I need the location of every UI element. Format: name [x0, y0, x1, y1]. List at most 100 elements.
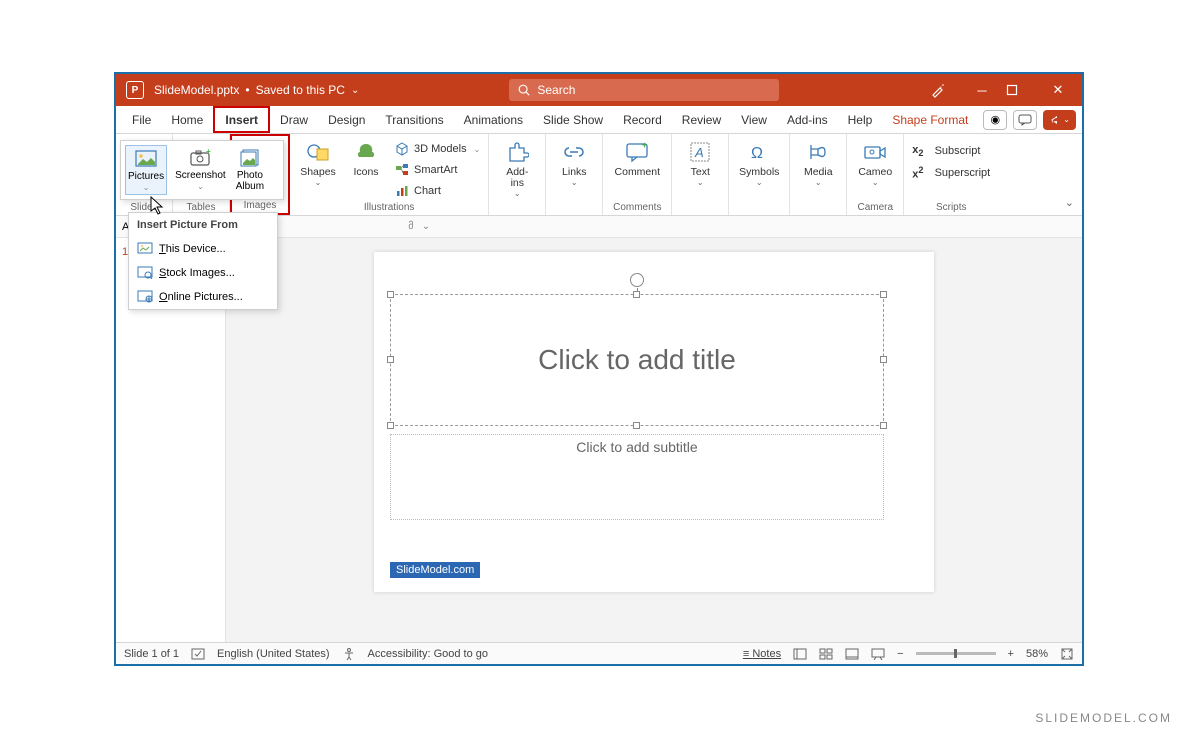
powerpoint-icon: P — [126, 81, 144, 99]
pictures-icon — [134, 148, 158, 170]
photo-album-button[interactable]: Photo Album — [234, 145, 266, 195]
document-title[interactable]: SlideModel.pptx • Saved to this PC ⌄ — [154, 83, 359, 97]
comment-button[interactable]: + Comment — [609, 137, 665, 178]
collapse-ribbon-button[interactable]: ⌄ — [1065, 196, 1074, 209]
group-comments: + Comment Comments — [603, 134, 672, 215]
normal-view-button[interactable] — [793, 647, 807, 661]
fit-window-button[interactable] — [1060, 647, 1074, 661]
tab-help[interactable]: Help — [838, 106, 883, 133]
menu-header: Insert Picture From — [129, 213, 277, 237]
watermark: SLIDEMODEL.COM — [1035, 711, 1172, 725]
tab-insert[interactable]: Insert — [213, 106, 270, 133]
insert-picture-from-menu: Insert Picture From This Device... Stock… — [128, 212, 278, 310]
chart-button[interactable]: Chart — [392, 181, 482, 201]
resize-handle[interactable] — [880, 291, 887, 298]
tab-addins[interactable]: Add-ins — [777, 106, 838, 133]
rotate-handle[interactable] — [630, 273, 644, 287]
resize-handle[interactable] — [387, 291, 394, 298]
resize-handle[interactable] — [387, 422, 394, 429]
symbols-button[interactable]: Ω Symbols ⌄ — [735, 137, 783, 186]
group-text: A Text ⌄ — [672, 134, 729, 215]
text-button[interactable]: A Text ⌄ — [678, 137, 722, 186]
tab-transitions[interactable]: Transitions — [375, 106, 453, 133]
notes-button[interactable]: ≡ Notes — [743, 648, 781, 660]
tab-shape-format[interactable]: Shape Format — [882, 106, 978, 133]
zoom-slider[interactable] — [916, 652, 996, 655]
title-bar: P SlideModel.pptx • Saved to this PC ⌄ S… — [116, 74, 1082, 106]
tab-file[interactable]: File — [122, 106, 161, 133]
shapes-button[interactable]: Shapes ⌄ — [296, 137, 340, 186]
designer-icon[interactable] — [930, 82, 958, 98]
chevron-down-icon: ⌄ — [697, 180, 704, 186]
cursor-icon — [150, 196, 166, 216]
zoom-out-button[interactable]: − — [897, 648, 903, 660]
comments-pane-button[interactable] — [1013, 110, 1037, 130]
screenshot-icon: + — [188, 147, 212, 169]
title-placeholder[interactable]: Click to add title — [390, 294, 884, 426]
svg-text:A: A — [694, 145, 704, 160]
group-illustrations: Shapes ⌄ Icons 3D Models⌄ SmartArt Chart… — [290, 134, 489, 215]
resize-handle[interactable] — [387, 356, 394, 363]
tab-draw[interactable]: Draw — [270, 106, 318, 133]
pictures-button[interactable]: Pictures ⌄ — [125, 145, 167, 195]
text-icon: A — [686, 139, 714, 165]
svg-text:Ω: Ω — [751, 145, 763, 162]
accessibility-icon[interactable] — [342, 647, 356, 661]
zoom-in-button[interactable]: + — [1008, 648, 1014, 660]
reading-view-button[interactable] — [845, 647, 859, 661]
tab-design[interactable]: Design — [318, 106, 375, 133]
online-pictures-item[interactable]: Online Pictures... — [129, 285, 277, 309]
cameo-button[interactable]: Cameo ⌄ — [853, 137, 897, 186]
record-mode-button[interactable]: ◉ — [983, 110, 1007, 130]
stock-images-item[interactable]: Stock Images... — [129, 261, 277, 285]
minimize-button[interactable]: ─ — [968, 83, 996, 98]
tab-review[interactable]: Review — [672, 106, 731, 133]
search-box[interactable]: Search — [509, 79, 779, 101]
language-status[interactable]: English (United States) — [217, 648, 330, 660]
superscript-button[interactable]: x2 Superscript — [910, 163, 992, 183]
tab-animations[interactable]: Animations — [454, 106, 533, 133]
chevron-down-icon[interactable]: ⌄ — [351, 85, 359, 96]
icons-button[interactable]: Icons — [348, 137, 384, 178]
screenshot-button[interactable]: + Screenshot ⌄ — [173, 145, 228, 195]
accessibility-status[interactable]: Accessibility: Good to go — [368, 648, 488, 660]
resize-handle[interactable] — [880, 422, 887, 429]
tab-view[interactable]: View — [731, 106, 777, 133]
tab-home[interactable]: Home — [161, 106, 213, 133]
subtitle-placeholder[interactable]: Click to add subtitle — [390, 434, 884, 520]
share-button[interactable]: ⌄ — [1043, 110, 1076, 130]
resize-handle[interactable] — [633, 422, 640, 429]
media-button[interactable]: Media ⌄ — [796, 137, 840, 186]
links-button[interactable]: Links ⌄ — [552, 137, 596, 186]
sorter-view-button[interactable] — [819, 647, 833, 661]
chevron-down-icon: ⌄ — [815, 180, 822, 186]
3d-models-icon — [394, 141, 410, 157]
maximize-button[interactable] — [1006, 84, 1034, 96]
chevron-down-icon: ⌄ — [571, 180, 578, 186]
addins-button[interactable]: Add- ins ⌄ — [495, 137, 539, 197]
this-device-item[interactable]: This Device... — [129, 237, 277, 261]
smartart-button[interactable]: SmartArt — [392, 160, 482, 180]
tab-slideshow[interactable]: Slide Show — [533, 106, 613, 133]
slideshow-view-button[interactable] — [871, 647, 885, 661]
zoom-level[interactable]: 58% — [1026, 648, 1048, 660]
resize-handle[interactable] — [880, 356, 887, 363]
icons-icon — [352, 139, 380, 165]
3d-models-button[interactable]: 3D Models⌄ — [392, 139, 482, 159]
slide-canvas[interactable]: Click to add title Click to add subtitle… — [226, 238, 1082, 642]
slide-footer[interactable]: SlideModel.com — [390, 562, 480, 578]
addins-icon — [503, 139, 531, 165]
group-links: Links ⌄ — [546, 134, 603, 215]
stock-images-icon — [137, 265, 153, 281]
subscript-button[interactable]: x2 Subscript — [910, 141, 992, 161]
photo-album-icon — [238, 147, 262, 169]
svg-text:+: + — [206, 148, 211, 156]
close-button[interactable]: ✕ — [1044, 82, 1072, 98]
slide-counter[interactable]: Slide 1 of 1 — [124, 648, 179, 660]
search-icon — [517, 83, 531, 97]
spellcheck-icon[interactable] — [191, 647, 205, 661]
online-pictures-icon — [137, 289, 153, 305]
tab-record[interactable]: Record — [613, 106, 672, 133]
shapes-icon — [304, 139, 332, 165]
resize-handle[interactable] — [633, 291, 640, 298]
